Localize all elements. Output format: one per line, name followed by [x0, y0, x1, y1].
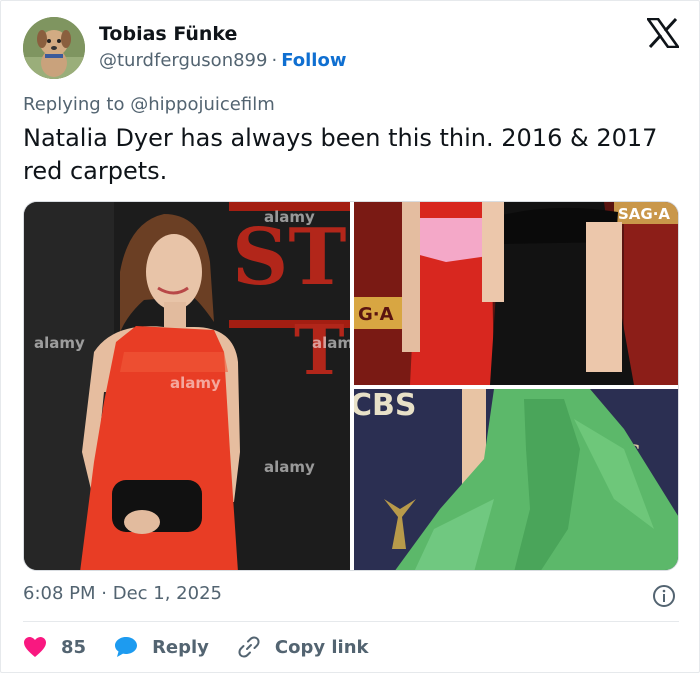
handle-separator: ·	[271, 50, 278, 71]
x-logo-icon[interactable]	[647, 18, 679, 48]
media-grid: ST T alamy alamy alamy alamy ala G·A SAG…	[23, 201, 679, 571]
replying-to-line: Replying to @hippojuicefilm	[23, 94, 275, 115]
heart-icon	[24, 637, 46, 657]
red-dress-flower-trim-photo-icon: G·A SAG·A	[354, 202, 678, 385]
copy-link-button[interactable]: Copy link	[237, 635, 369, 659]
info-icon[interactable]	[652, 584, 676, 608]
tweet-timestamp[interactable]: 6:08 PM · Dec 1, 2025	[23, 583, 222, 604]
divider	[23, 621, 679, 622]
tweet-text: Natalia Dyer has always been this thin. …	[23, 124, 658, 185]
media-image-left[interactable]: ST T alamy alamy alamy alamy ala	[24, 202, 350, 570]
reply-target-handle[interactable]: @hippojuicefilm	[130, 94, 275, 115]
user-handle-row: @turdferguson899 · Follow	[99, 50, 346, 71]
watermark-3: alamy	[264, 458, 315, 476]
avatar[interactable]	[23, 17, 85, 79]
watermark-1: alamy	[34, 334, 85, 352]
tweet-time: 6:08 PM	[23, 583, 96, 604]
banner-text-right: SAG·A	[618, 205, 670, 223]
dog-avatar-icon	[23, 17, 85, 79]
reply-button[interactable]: Reply	[114, 636, 209, 658]
tweet-date: Dec 1, 2025	[112, 583, 222, 604]
watermark-2: alamy	[170, 374, 221, 392]
reply-bubble-icon	[115, 637, 138, 657]
replying-prefix: Replying to	[23, 94, 131, 115]
tweet-card: Tobias Fünke @turdferguson899 · Follow Rep…	[0, 0, 700, 673]
watermark-4: alamy	[264, 208, 315, 226]
red-lace-dress-photo-icon: ST T alamy alamy alamy alamy ala	[24, 202, 350, 570]
copy-link-label: Copy link	[274, 636, 369, 658]
watermark-5: alamy	[312, 334, 350, 352]
like-button[interactable]: 85	[23, 636, 86, 658]
like-count: 85	[61, 636, 87, 658]
green-gown-photo-icon: CBS S	[354, 389, 678, 570]
user-handle[interactable]: @turdferguson899	[99, 50, 267, 71]
link-icon	[238, 636, 260, 658]
reply-label: Reply	[152, 636, 209, 658]
timestamp-separator: ·	[101, 583, 107, 604]
media-image-bottom-right[interactable]: CBS S	[354, 389, 678, 570]
user-display-name[interactable]: Tobias Fünke	[99, 23, 237, 45]
banner-text-left: G·A	[358, 304, 394, 325]
action-bar: 85 Reply Copy link	[23, 632, 397, 662]
media-image-top-right[interactable]: G·A SAG·A	[354, 202, 678, 385]
follow-button[interactable]: Follow	[281, 50, 346, 71]
cbs-logo-text: CBS	[354, 389, 417, 423]
